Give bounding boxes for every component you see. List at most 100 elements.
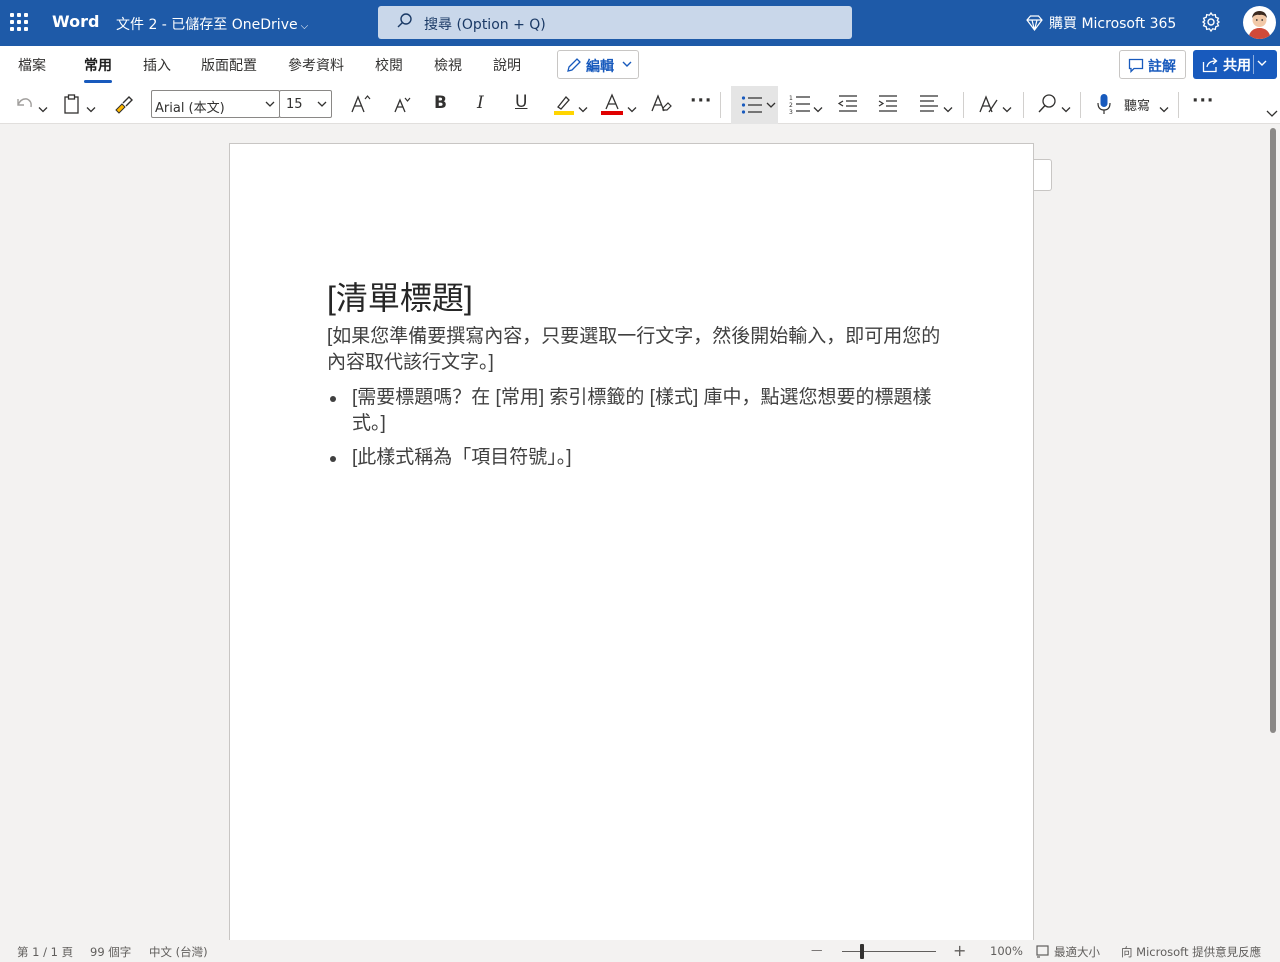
highlight-icon[interactable] — [553, 93, 575, 115]
page-count: 第 1 / 1 頁 — [17, 945, 74, 959]
font-size-dropdown[interactable]: 15 — [279, 90, 332, 118]
italic-button[interactable]: I — [477, 93, 484, 113]
avatar[interactable] — [1243, 6, 1276, 39]
bullets-button[interactable] — [731, 86, 778, 124]
increase-indent-icon[interactable] — [877, 93, 899, 115]
ribbon-tabs: 檔案 常用 插入 版面配置 參考資料 校閱 檢視 說明 編輯 註解 共用 — [0, 46, 1280, 86]
font-name-value: Arial (本文) — [155, 101, 225, 116]
buy-label: 購買 Microsoft 365 — [1049, 16, 1177, 32]
microphone-icon[interactable] — [1096, 93, 1112, 115]
pencil-icon — [567, 58, 581, 72]
document-page[interactable]: [清單標題] [如果您準備要撰寫內容，只要選取一行文字，然後開始輸入，即可用您的… — [229, 143, 1034, 940]
editing-mode-button[interactable]: 編輯 — [557, 50, 639, 79]
divider — [963, 92, 964, 118]
comments-label: 註解 — [1148, 59, 1176, 75]
more-options-button[interactable]: ··· — [690, 91, 712, 111]
document-name-label: 文件 2 - 已儲存至 OneDrive — [116, 17, 298, 33]
user-avatar-icon — [1248, 11, 1271, 39]
fit-page-icon[interactable] — [1036, 945, 1049, 958]
divider — [720, 92, 721, 118]
tab-view[interactable]: 檢視 — [434, 55, 462, 75]
word-count[interactable]: 99 個字 — [90, 944, 131, 960]
svg-text:3: 3 — [789, 109, 793, 115]
clear-formatting-icon[interactable] — [650, 93, 672, 115]
editing-mode-label: 編輯 — [586, 59, 614, 75]
undo-icon[interactable] — [14, 93, 34, 115]
language-indicator[interactable]: 中文 (台灣) — [149, 944, 208, 960]
chevron-down-icon[interactable] — [1061, 99, 1071, 121]
chevron-down-icon[interactable] — [86, 99, 96, 121]
svg-text:1: 1 — [789, 95, 793, 102]
chevron-down-icon — [766, 102, 776, 108]
search-placeholder: 搜尋 (Option + Q) — [424, 17, 546, 33]
bullet-icon — [330, 456, 336, 462]
grow-font-icon[interactable] — [350, 93, 372, 115]
share-label: 共用 — [1223, 58, 1251, 74]
align-icon[interactable] — [918, 93, 940, 115]
tab-help[interactable]: 說明 — [493, 55, 521, 75]
chevron-down-icon[interactable] — [1257, 60, 1267, 67]
numbered-list-icon[interactable]: 123 — [789, 93, 811, 115]
document-name[interactable]: 文件 2 - 已儲存至 OneDrive ⌵ — [116, 14, 308, 34]
app-launcher-icon[interactable] — [10, 13, 28, 31]
bold-button[interactable]: B — [434, 93, 447, 113]
styles-icon[interactable] — [978, 93, 1000, 115]
status-bar: 第 1 / 1 頁 99 個字 中文 (台灣) — + 100% 最適大小 向 … — [0, 940, 1280, 962]
zoom-slider-thumb[interactable] — [860, 944, 864, 959]
search-icon — [397, 13, 412, 28]
shrink-font-icon[interactable] — [392, 93, 412, 115]
zoom-out-button[interactable]: — — [811, 943, 823, 957]
bullet-icon — [330, 396, 336, 402]
chevron-down-icon[interactable] — [1002, 99, 1012, 121]
format-painter-icon[interactable] — [112, 93, 134, 115]
chevron-down-icon[interactable] — [1159, 99, 1169, 121]
share-button[interactable]: 共用 — [1193, 50, 1277, 79]
divider — [1253, 55, 1254, 74]
fit-page-label[interactable]: 最適大小 — [1054, 944, 1100, 960]
chevron-down-icon[interactable] — [813, 99, 823, 121]
gear-icon[interactable] — [1200, 11, 1222, 33]
page-side-tab[interactable] — [1034, 159, 1052, 191]
find-icon[interactable] — [1037, 93, 1057, 115]
chevron-down-icon[interactable] — [38, 99, 48, 121]
decrease-indent-icon[interactable] — [837, 93, 859, 115]
chevron-down-icon[interactable] — [627, 99, 637, 121]
title-bar: Word 文件 2 - 已儲存至 OneDrive ⌵ 搜尋 (Option + … — [0, 0, 1280, 46]
chevron-down-icon[interactable] — [578, 99, 588, 121]
app-name[interactable]: Word — [52, 12, 99, 31]
zoom-slider[interactable] — [842, 951, 936, 952]
chevron-down-icon — [622, 61, 632, 67]
zoom-in-button[interactable]: + — [953, 941, 966, 960]
divider — [1080, 92, 1081, 118]
comments-button[interactable]: 註解 — [1119, 50, 1186, 79]
tab-layout[interactable]: 版面配置 — [201, 55, 257, 75]
tab-review[interactable]: 校閱 — [375, 55, 403, 75]
chevron-down-icon — [265, 101, 275, 107]
font-color-icon[interactable] — [600, 93, 624, 115]
tab-file[interactable]: 檔案 — [18, 55, 46, 75]
chevron-down-icon[interactable] — [1266, 110, 1278, 118]
paste-icon[interactable] — [63, 93, 81, 115]
buy-microsoft-365-button[interactable]: 購買 Microsoft 365 — [1026, 13, 1176, 33]
chevron-down-icon[interactable] — [943, 99, 953, 121]
more-options-button[interactable]: ··· — [1192, 91, 1214, 111]
divider — [1023, 92, 1024, 118]
list-item-text: [此樣式稱為「項目符號」。] — [352, 447, 572, 468]
tab-insert[interactable]: 插入 — [143, 55, 171, 75]
bullet-list-icon — [741, 96, 762, 114]
search-box[interactable]: 搜尋 (Option + Q) — [378, 6, 852, 39]
divider — [1178, 92, 1179, 118]
chevron-down-icon — [317, 101, 327, 107]
tab-home[interactable]: 常用 — [84, 55, 112, 83]
dictate-label[interactable]: 聽寫 — [1124, 95, 1150, 114]
underline-button[interactable]: U — [515, 92, 527, 112]
feedback-link[interactable]: 向 Microsoft 提供意見反應 — [1121, 944, 1261, 960]
document-title[interactable]: [清單標題] — [327, 273, 473, 319]
scrollbar[interactable] — [1270, 128, 1276, 733]
font-size-value: 15 — [286, 97, 303, 112]
font-name-dropdown[interactable]: Arial (本文) — [151, 90, 280, 118]
zoom-level[interactable]: 100% — [990, 944, 1023, 958]
tab-references[interactable]: 參考資料 — [288, 55, 344, 75]
svg-text:2: 2 — [789, 102, 793, 109]
document-paragraph[interactable]: [如果您準備要撰寫內容，只要選取一行文字，然後開始輸入，即可用您的內容取代該行文… — [327, 324, 947, 376]
